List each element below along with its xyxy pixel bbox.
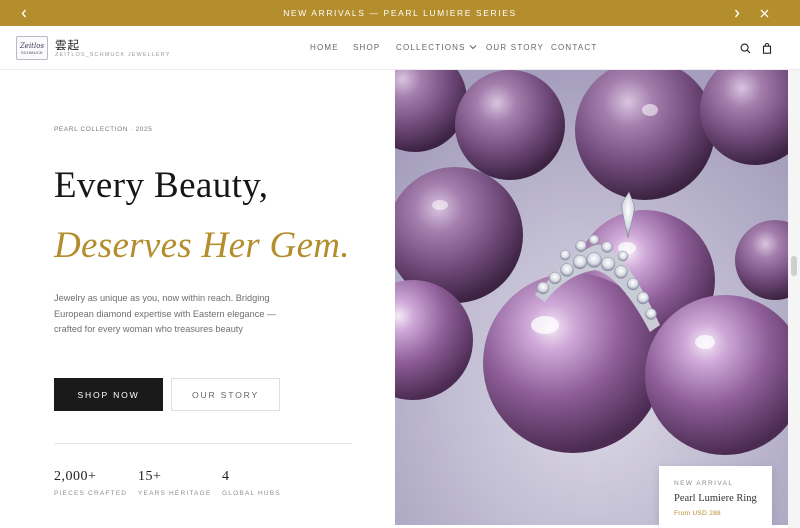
nav-collections-label: COLLECTIONS xyxy=(396,43,466,52)
search-button[interactable] xyxy=(737,40,753,56)
stat-years-heritage: 15+ YEARS HERITAGE xyxy=(138,469,211,497)
brand-logo-mark[interactable]: Zeitlos SCHMUCK xyxy=(16,36,48,60)
nav-home[interactable]: HOME xyxy=(310,26,339,70)
new-arrival-card[interactable]: NEW ARRIVAL Pearl Lumiere Ring From USD … xyxy=(659,466,772,528)
stat-value: 2,000+ xyxy=(54,469,97,484)
scrollbar-thumb[interactable] xyxy=(791,256,797,276)
hero-eyebrow: PEARL COLLECTION · 2025 xyxy=(54,126,153,133)
stat-label: GLOBAL HUBS xyxy=(222,490,281,497)
stat-label: PIECES CRAFTED xyxy=(54,490,128,497)
nav-our-story[interactable]: OUR STORY xyxy=(486,26,544,70)
announcement-bar: NEW ARRIVALS — PEARL LUMIERE SERIES xyxy=(0,0,800,26)
logo-mark-line1: Zeitlos xyxy=(19,41,45,50)
card-tag: NEW ARRIVAL xyxy=(674,480,734,487)
main-navigation: Zeitlos SCHMUCK 雲起 ZEITLOS_SCHMUCK JEWEL… xyxy=(0,26,800,70)
stat-pieces-crafted: 2,000+ PIECES CRAFTED xyxy=(54,469,127,497)
brand-name[interactable]: 雲起 xyxy=(55,37,80,53)
stat-value: 4 xyxy=(222,469,230,484)
stat-label: YEARS HERITAGE xyxy=(138,490,212,497)
chevron-right-icon xyxy=(734,9,740,17)
hero-content: PEARL COLLECTION · 2025 Every Beauty, De… xyxy=(0,70,395,528)
stat-global-hubs: 4 GLOBAL HUBS xyxy=(222,469,281,497)
announcement-text: NEW ARRIVALS — PEARL LUMIERE SERIES xyxy=(283,8,517,18)
hero-description: Jewelry as unique as you, now within rea… xyxy=(54,293,277,334)
hero-title-line1: Every Beauty, xyxy=(54,165,269,206)
logo-mark-line2: SCHMUCK xyxy=(20,49,44,55)
announcement-close-button[interactable] xyxy=(751,0,777,26)
shop-now-button[interactable]: SHOP NOW xyxy=(54,378,163,411)
chevron-down-icon xyxy=(469,45,477,50)
cart-button[interactable] xyxy=(759,40,775,56)
nav-contact[interactable]: CONTACT xyxy=(551,26,597,70)
card-price: From USD 288 xyxy=(674,510,721,517)
nav-collections[interactable]: COLLECTIONS xyxy=(396,26,477,70)
stats-divider xyxy=(54,443,352,444)
stat-value: 15+ xyxy=(138,469,162,484)
card-product-name: Pearl Lumiere Ring xyxy=(674,493,757,504)
close-icon xyxy=(760,9,768,17)
hero-title-line2: Deserves Her Gem. xyxy=(54,225,350,266)
announcement-next-button[interactable] xyxy=(724,0,750,26)
hero-image-pearl-ring xyxy=(395,70,788,525)
search-icon xyxy=(740,43,750,53)
our-story-button[interactable]: OUR STORY xyxy=(171,378,280,411)
shopping-bag-icon xyxy=(762,42,772,54)
brand-subtitle: ZEITLOS_SCHMUCK JEWELLERY xyxy=(55,52,171,58)
page-scrollbar[interactable] xyxy=(788,70,800,528)
nav-shop[interactable]: SHOP xyxy=(353,26,380,70)
